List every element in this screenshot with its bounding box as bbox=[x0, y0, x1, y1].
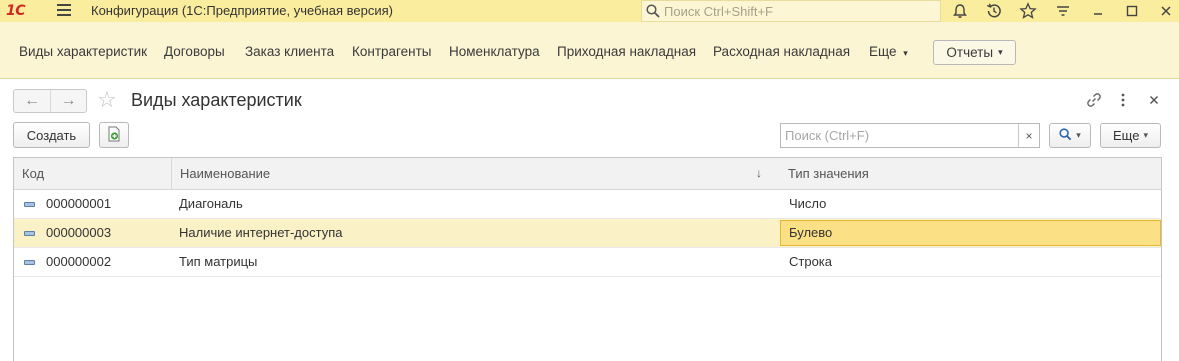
sort-descending-icon[interactable]: ↓ bbox=[756, 158, 762, 189]
column-header-value-type[interactable]: Тип значения bbox=[780, 158, 1161, 189]
sections-more-label: Еще bbox=[869, 44, 897, 59]
sections-more-menu[interactable]: Еще ▾ bbox=[869, 44, 908, 59]
link-icon[interactable] bbox=[1085, 91, 1103, 109]
add-document-icon bbox=[107, 126, 121, 145]
chevron-down-icon: ▾ bbox=[1143, 130, 1148, 140]
reports-label: Отчеты bbox=[946, 45, 994, 60]
app-logo[interactable]: 1С bbox=[6, 2, 40, 20]
create-copy-button[interactable] bbox=[99, 122, 129, 148]
section-counterparties[interactable]: Контрагенты bbox=[352, 44, 432, 59]
characteristics-table: Код Наименование ↓ Тип значения 00000000… bbox=[13, 157, 1162, 361]
cell-code: 000000003 bbox=[46, 225, 112, 240]
column-header-name[interactable]: Наименование bbox=[171, 158, 780, 189]
cell-code: 000000001 bbox=[46, 196, 112, 211]
maximize-icon[interactable] bbox=[1122, 1, 1142, 21]
history-icon[interactable] bbox=[984, 1, 1004, 21]
table-row[interactable]: 000000001 Диагональ Число bbox=[14, 190, 1161, 219]
minimize-icon[interactable] bbox=[1088, 1, 1108, 21]
main-menu-icon[interactable] bbox=[57, 4, 71, 18]
section-outgoing-invoice[interactable]: Расходная накладная bbox=[713, 44, 850, 59]
search-icon bbox=[1059, 127, 1072, 144]
create-button[interactable]: Создать bbox=[13, 122, 90, 148]
current-cell[interactable] bbox=[780, 220, 1161, 246]
favorite-star-icon[interactable]: ☆ bbox=[97, 87, 117, 113]
section-nomenclature[interactable]: Номенклатура bbox=[449, 44, 540, 59]
list-search-input[interactable]: Поиск (Ctrl+F) × bbox=[780, 123, 1040, 148]
cell-name: Диагональ bbox=[179, 196, 243, 211]
close-form-icon[interactable] bbox=[1145, 91, 1163, 109]
clear-search-button[interactable]: × bbox=[1018, 124, 1039, 147]
global-search-input[interactable]: Поиск Ctrl+Shift+F bbox=[641, 0, 941, 22]
cell-value-type: Булево bbox=[789, 225, 833, 240]
cell-value-type: Строка bbox=[789, 254, 833, 269]
arrow-left-icon: ← bbox=[24, 92, 40, 109]
more-actions-icon[interactable] bbox=[1114, 91, 1132, 109]
logo-text: 1С bbox=[6, 3, 26, 19]
section-contracts[interactable]: Договоры bbox=[164, 44, 225, 59]
cell-value-type: Число bbox=[789, 196, 827, 211]
title-bar: 1С Конфигурация (1С:Предприятие, учебная… bbox=[0, 0, 1179, 22]
sections-panel: Виды характеристик Договоры Заказ клиент… bbox=[0, 22, 1179, 79]
list-search-placeholder: Поиск (Ctrl+F) bbox=[785, 128, 870, 143]
back-button[interactable]: ← bbox=[14, 90, 50, 112]
section-incoming-invoice[interactable]: Приходная накладная bbox=[557, 44, 696, 59]
cell-name: Наличие интернет-доступа bbox=[179, 225, 343, 240]
section-characteristic-types[interactable]: Виды характеристик bbox=[19, 44, 147, 59]
settings-icon[interactable] bbox=[1053, 1, 1073, 21]
catalog-item-icon bbox=[24, 231, 35, 236]
cell-name: Тип матрицы bbox=[179, 254, 258, 269]
column-header-code[interactable]: Код bbox=[14, 158, 171, 189]
chevron-down-icon: ▾ bbox=[1076, 130, 1081, 140]
table-row[interactable]: 000000002 Тип матрицы Строка bbox=[14, 248, 1161, 277]
table-row-selected[interactable]: 000000003 Наличие интернет-доступа Булев… bbox=[14, 219, 1161, 248]
catalog-item-icon bbox=[24, 260, 35, 265]
arrow-right-icon: → bbox=[60, 92, 77, 109]
page-title: Виды характеристик bbox=[131, 90, 302, 110]
form-more-label: Еще bbox=[1113, 128, 1140, 143]
forward-button[interactable]: → bbox=[50, 90, 86, 112]
section-customer-order[interactable]: Заказ клиента bbox=[245, 44, 334, 59]
history-navigation: ← → bbox=[13, 89, 87, 113]
catalog-item-icon bbox=[24, 202, 35, 207]
bell-icon[interactable] bbox=[950, 1, 970, 21]
table-header: Код Наименование ↓ Тип значения bbox=[14, 158, 1161, 190]
create-label: Создать bbox=[26, 127, 77, 143]
app-title: Конфигурация (1С:Предприятие, учебная ве… bbox=[91, 3, 393, 18]
reports-button[interactable]: Отчеты ▾ bbox=[933, 40, 1016, 65]
close-icon[interactable] bbox=[1156, 1, 1176, 21]
cell-code: 000000002 bbox=[46, 254, 112, 269]
search-icon bbox=[646, 4, 660, 21]
star-icon[interactable] bbox=[1018, 1, 1038, 21]
form-more-button[interactable]: Еще ▾ bbox=[1100, 123, 1161, 148]
chevron-down-icon: ▾ bbox=[903, 48, 908, 58]
chevron-down-icon: ▾ bbox=[998, 47, 1003, 57]
clear-icon: × bbox=[1025, 128, 1033, 143]
search-options-button[interactable]: ▾ bbox=[1049, 123, 1091, 148]
global-search-placeholder: Поиск Ctrl+Shift+F bbox=[664, 4, 773, 19]
